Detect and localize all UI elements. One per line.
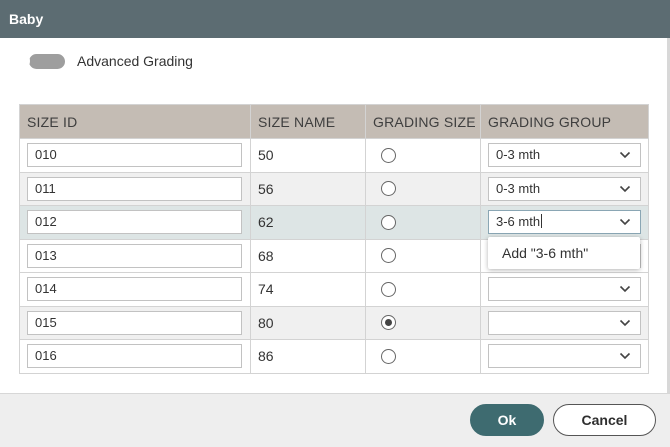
size-id-input[interactable]: 015 (27, 310, 242, 335)
size-id-input[interactable]: 014 (27, 277, 242, 302)
grading-group-select[interactable]: 3-6 mth (488, 210, 641, 235)
table-row: 011 56 0-3 mth (19, 171, 649, 206)
header-size-name: SIZE NAME (250, 104, 366, 139)
radio-unchecked-icon[interactable] (381, 181, 396, 197)
size-name-cell: 50 (250, 138, 366, 173)
dropdown-option-add[interactable]: Add "3-6 mth" (502, 245, 588, 261)
size-id-input[interactable]: 011 (27, 176, 242, 201)
ok-button[interactable]: Ok (470, 404, 544, 436)
radio-unchecked-icon[interactable] (381, 248, 396, 264)
grading-group-select[interactable]: 0-3 mth (488, 176, 641, 201)
size-name-cell: 56 (250, 171, 366, 206)
dialog-titlebar: Baby (0, 0, 670, 38)
table-row: 016 86 (19, 339, 649, 374)
chevron-down-icon (619, 353, 631, 360)
size-id-input[interactable]: 013 (27, 243, 242, 268)
header-grading-group: GRADING GROUP (480, 104, 649, 139)
table-row: 012 62 3-6 mth (19, 205, 649, 240)
size-id-input[interactable]: 012 (27, 210, 242, 235)
grading-group-select[interactable]: 0-3 mth (488, 143, 641, 168)
chevron-down-icon (619, 319, 631, 326)
cancel-button[interactable]: Cancel (553, 404, 656, 436)
radio-checked-icon[interactable] (381, 315, 396, 331)
chevron-down-icon (619, 152, 631, 159)
header-grading-size: GRADING SIZE (365, 104, 481, 139)
radio-unchecked-icon[interactable] (381, 281, 396, 297)
dialog-title: Baby (9, 11, 44, 27)
radio-unchecked-icon[interactable] (381, 147, 396, 163)
grading-group-value: 0-3 mth (496, 147, 541, 163)
size-name-cell: 68 (250, 238, 366, 273)
grading-group-value: 3-6 mth (496, 214, 541, 230)
chevron-down-icon (619, 286, 631, 293)
size-id-input[interactable]: 010 (27, 143, 242, 168)
chevron-down-icon (619, 219, 631, 226)
advanced-grading-toggle[interactable] (8, 51, 65, 71)
grading-group-select[interactable] (488, 310, 641, 335)
table-header-row: SIZE ID SIZE NAME GRADING SIZE GRADING G… (19, 104, 649, 139)
table-row: 015 80 (19, 305, 649, 340)
grading-group-value: 0-3 mth (496, 180, 541, 196)
header-size-id: SIZE ID (19, 104, 251, 139)
chevron-down-icon (619, 185, 631, 192)
size-name-cell: 74 (250, 272, 366, 307)
advanced-grading-label: Advanced Grading (77, 53, 193, 69)
size-name-cell: 86 (250, 339, 366, 374)
text-cursor (541, 214, 543, 229)
radio-unchecked-icon[interactable] (381, 348, 396, 364)
grading-group-dropdown: Add "3-6 mth" (488, 237, 640, 269)
size-id-input[interactable]: 016 (27, 344, 242, 369)
radio-unchecked-icon[interactable] (381, 214, 396, 230)
table-row: 010 50 0-3 mth (19, 138, 649, 173)
toggle-track (29, 54, 65, 69)
toggle-knob (8, 51, 30, 71)
table-row: 014 74 (19, 272, 649, 307)
size-name-cell: 62 (250, 205, 366, 240)
size-name-cell: 80 (250, 305, 366, 340)
grading-group-select[interactable] (488, 344, 641, 369)
grading-group-select[interactable] (488, 277, 641, 302)
